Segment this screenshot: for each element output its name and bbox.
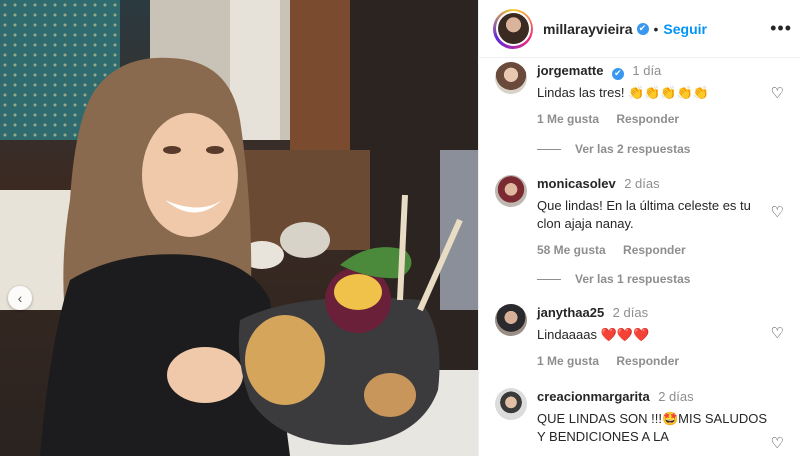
previous-image-button[interactable]: ‹	[8, 286, 32, 310]
commenter-avatar[interactable]	[495, 388, 527, 420]
reply-button[interactable]: Responder	[623, 243, 686, 257]
like-heart-icon[interactable]: ♡	[771, 324, 784, 342]
follow-button[interactable]: Seguir	[663, 21, 707, 37]
comment-username[interactable]: janythaa25	[537, 305, 604, 320]
post-photo[interactable]: ‹	[0, 0, 478, 456]
like-heart-icon[interactable]: ♡	[771, 84, 784, 102]
separator-dot: •	[653, 20, 659, 37]
commenter-avatar[interactable]	[495, 304, 527, 336]
chevron-left-icon: ‹	[17, 290, 23, 306]
view-replies-button[interactable]: Ver las 1 respuestas	[537, 272, 690, 286]
comment-text: QUE LINDAS SON !!!🤩MIS SALUDOS Y BENDICI…	[537, 411, 768, 444]
like-heart-icon[interactable]: ♡	[771, 434, 784, 452]
like-heart-icon[interactable]: ♡	[771, 203, 784, 221]
comment-time[interactable]: 2 días	[658, 389, 693, 404]
verified-badge-icon: ✔	[636, 22, 649, 35]
commenter-avatar[interactable]	[495, 62, 527, 94]
view-replies-label: Ver las 2 respuestas	[575, 142, 691, 156]
commenter-avatar[interactable]	[495, 175, 527, 207]
comment-likes[interactable]: 1 Me gusta	[537, 112, 599, 126]
comment-time[interactable]: 1 día	[632, 63, 661, 78]
comment-text: Que lindas! En la última celeste es tu c…	[537, 198, 751, 231]
comment-likes[interactable]: 58 Me gusta	[537, 243, 606, 257]
comment-username[interactable]: creacionmargarita	[537, 389, 650, 404]
comment-text: Lindaaaas ❤️❤️❤️	[537, 327, 650, 342]
verified-badge-icon: ✔	[611, 67, 624, 80]
view-replies-label: Ver las 1 respuestas	[575, 272, 691, 286]
comment-time[interactable]: 2 días	[624, 176, 659, 191]
comment-username[interactable]: monicasolev	[537, 176, 616, 191]
comment-text: Lindas las tres! 👏👏👏👏👏	[537, 85, 709, 100]
comment-likes[interactable]: 1 Me gusta	[537, 354, 599, 368]
author-username[interactable]: millarayvieira	[543, 21, 633, 37]
reply-button[interactable]: Responder	[616, 354, 679, 368]
comment-username[interactable]: jorgematte	[537, 63, 603, 78]
post-side-panel: millarayvieira ✔ • Seguir ••• jorgematte…	[478, 0, 800, 456]
photo-illustration	[0, 0, 478, 456]
comments-list: jorgematte ✔ 1 día Lindas las tres! 👏👏👏👏…	[479, 58, 800, 456]
more-options-icon[interactable]: •••	[770, 18, 792, 39]
view-replies-button[interactable]: Ver las 2 respuestas	[537, 142, 690, 156]
post-header: millarayvieira ✔ • Seguir •••	[479, 0, 800, 58]
comment-time[interactable]: 2 días	[613, 305, 648, 320]
author-avatar[interactable]	[493, 8, 533, 49]
reply-button[interactable]: Responder	[616, 112, 679, 126]
